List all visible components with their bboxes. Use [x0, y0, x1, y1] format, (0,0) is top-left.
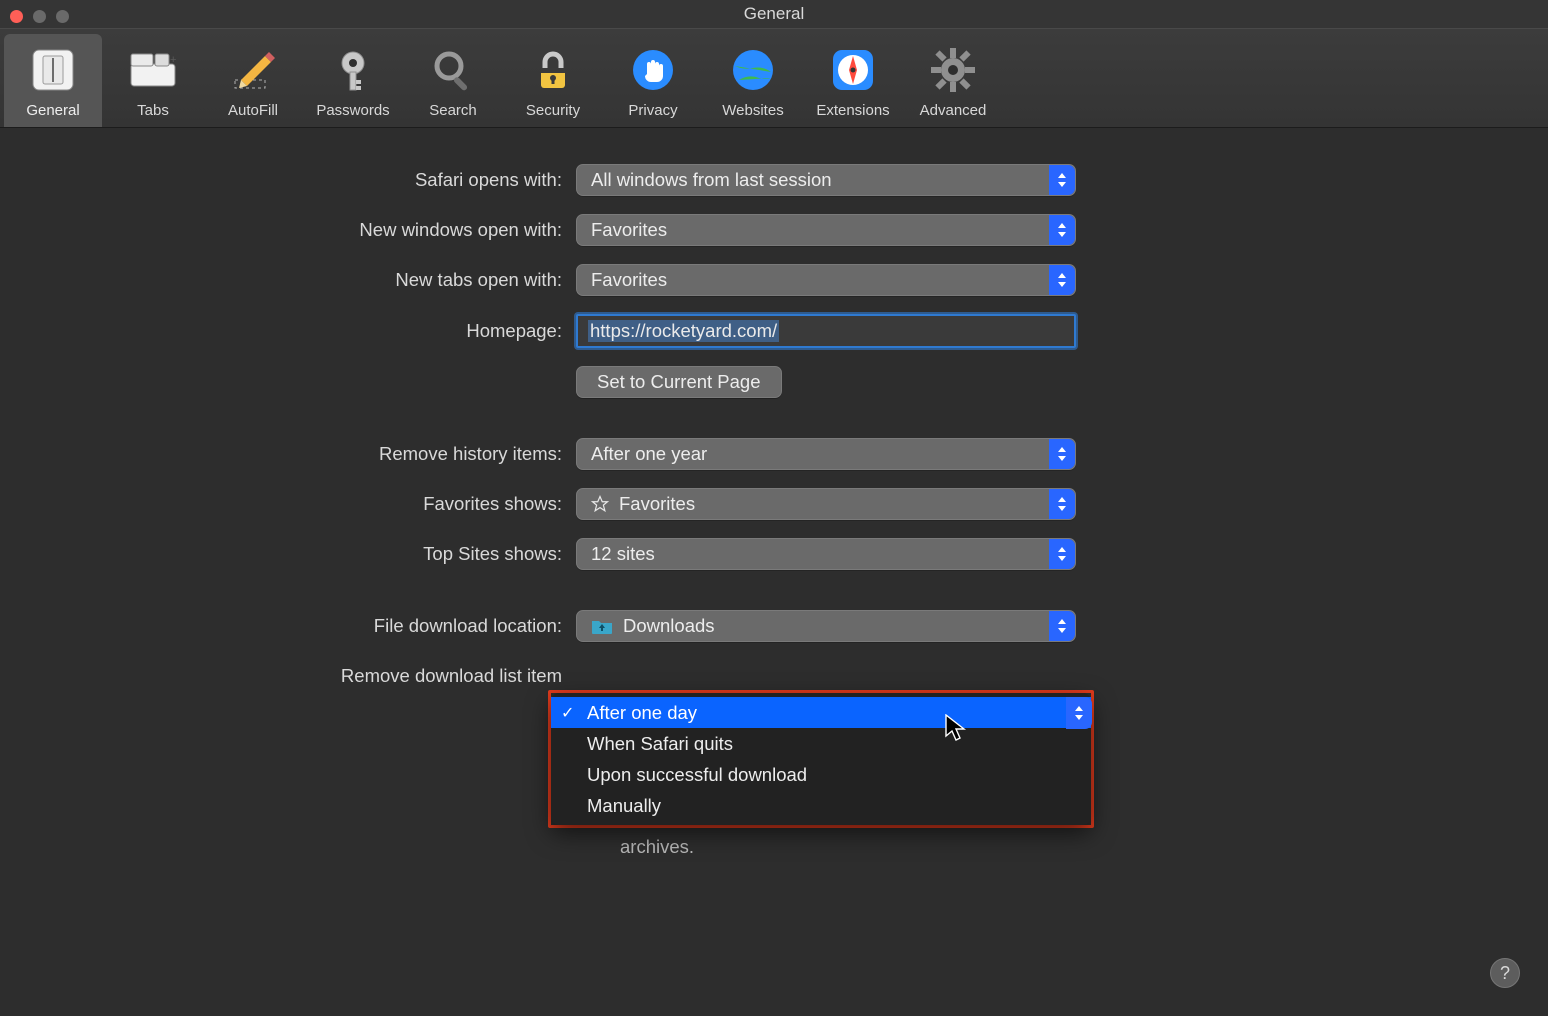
menu-option-label: Upon successful download — [587, 764, 807, 786]
autofill-pencil-icon — [229, 40, 277, 100]
general-switch-icon — [29, 40, 77, 100]
toolbar-tab-label: Privacy — [628, 102, 677, 119]
privacy-hand-icon — [629, 40, 677, 100]
toolbar-tab-general[interactable]: General — [4, 34, 102, 127]
help-button[interactable]: ? — [1490, 958, 1520, 988]
remove-download-list-items-menu[interactable]: ✓ After one day When Safari quits Upon s… — [551, 693, 1091, 825]
toolbar-tab-autofill[interactable]: AutoFill — [204, 34, 302, 127]
toolbar-tab-label: Tabs — [137, 102, 169, 119]
toolbar-tab-search[interactable]: Search — [404, 34, 502, 127]
annotation-highlight-box: ✓ After one day When Safari quits Upon s… — [548, 690, 1094, 828]
security-lock-icon — [529, 40, 577, 100]
menu-option-manually[interactable]: Manually — [551, 790, 1091, 821]
homepage-field[interactable]: https://rocketyard.com/ — [576, 314, 1076, 348]
new-windows-open-with-label: New windows open with: — [0, 219, 576, 241]
toolbar-tab-label: Extensions — [816, 102, 889, 119]
popup-value: Favorites — [591, 269, 667, 291]
preferences-form: Safari opens with: All windows from last… — [0, 128, 1548, 692]
menu-option-upon-successful-download[interactable]: Upon successful download — [551, 759, 1091, 790]
safe-files-description-partial: archives. — [620, 836, 694, 858]
toolbar-tab-security[interactable]: Security — [504, 34, 602, 127]
toolbar-tab-websites[interactable]: Websites — [704, 34, 802, 127]
favorites-shows-popup[interactable]: Favorites — [576, 488, 1076, 520]
toolbar-tab-privacy[interactable]: Privacy — [604, 34, 702, 127]
popup-value: After one year — [591, 443, 707, 465]
menu-option-after-one-day[interactable]: ✓ After one day — [551, 697, 1091, 728]
safari-opens-with-label: Safari opens with: — [0, 169, 576, 191]
updown-arrows-icon — [1049, 265, 1075, 295]
remove-history-items-label: Remove history items: — [0, 443, 576, 465]
homepage-value: https://rocketyard.com/ — [588, 320, 779, 342]
advanced-gear-icon — [929, 40, 977, 100]
toolbar-tab-label: AutoFill — [228, 102, 278, 119]
preferences-toolbar: General + Tabs AutoFill — [0, 28, 1548, 128]
new-tabs-open-with-popup[interactable]: Favorites — [576, 264, 1076, 296]
window-controls — [10, 10, 69, 23]
file-download-location-label: File download location: — [0, 615, 576, 637]
extensions-compass-icon — [829, 40, 877, 100]
top-sites-shows-popup[interactable]: 12 sites — [576, 538, 1076, 570]
popup-value: Downloads — [623, 615, 715, 637]
updown-arrows-icon — [1049, 489, 1075, 519]
button-label: Set to Current Page — [597, 371, 761, 393]
toolbar-tab-label: Passwords — [316, 102, 389, 119]
updown-arrows-icon — [1049, 215, 1075, 245]
updown-arrows-icon — [1049, 165, 1075, 195]
close-window-button[interactable] — [10, 10, 23, 23]
toolbar-tab-advanced[interactable]: Advanced — [904, 34, 1002, 127]
search-magnifier-icon — [429, 40, 477, 100]
toolbar-tab-extensions[interactable]: Extensions — [804, 34, 902, 127]
toolbar-tab-label: General — [26, 102, 79, 119]
favorites-shows-label: Favorites shows: — [0, 493, 576, 515]
popup-value: All windows from last session — [591, 169, 832, 191]
file-download-location-popup[interactable]: Downloads — [576, 610, 1076, 642]
toolbar-tab-label: Advanced — [920, 102, 987, 119]
star-icon — [591, 495, 609, 513]
zoom-window-button[interactable] — [56, 10, 69, 23]
updown-arrows-icon — [1066, 697, 1092, 729]
set-to-current-page-button[interactable]: Set to Current Page — [576, 366, 782, 398]
popup-value: 12 sites — [591, 543, 655, 565]
toolbar-tab-tabs[interactable]: + Tabs — [104, 34, 202, 127]
safari-opens-with-popup[interactable]: All windows from last session — [576, 164, 1076, 196]
toolbar-tab-passwords[interactable]: Passwords — [304, 34, 402, 127]
updown-arrows-icon — [1049, 539, 1075, 569]
tabs-icon: + — [129, 40, 177, 100]
toolbar-tab-label: Security — [526, 102, 580, 119]
checkmark-icon: ✓ — [561, 703, 574, 723]
remove-download-list-items-label: Remove download list item — [0, 665, 576, 687]
help-label: ? — [1500, 963, 1510, 984]
homepage-label: Homepage: — [0, 320, 576, 342]
titlebar: General — [0, 0, 1548, 28]
new-tabs-open-with-label: New tabs open with: — [0, 269, 576, 291]
passwords-key-icon — [329, 40, 377, 100]
menu-option-label: When Safari quits — [587, 733, 733, 755]
minimize-window-button[interactable] — [33, 10, 46, 23]
updown-arrows-icon — [1049, 611, 1075, 641]
svg-text:+: + — [170, 54, 176, 66]
popup-value: Favorites — [619, 493, 695, 515]
toolbar-tab-label: Websites — [722, 102, 783, 119]
menu-option-label: Manually — [587, 795, 661, 817]
window-title: General — [0, 4, 1548, 24]
menu-option-when-safari-quits[interactable]: When Safari quits — [551, 728, 1091, 759]
remove-history-items-popup[interactable]: After one year — [576, 438, 1076, 470]
websites-globe-icon — [729, 40, 777, 100]
new-windows-open-with-popup[interactable]: Favorites — [576, 214, 1076, 246]
folder-downloads-icon — [591, 618, 613, 634]
popup-value: Favorites — [591, 219, 667, 241]
menu-option-label: After one day — [587, 702, 697, 724]
top-sites-shows-label: Top Sites shows: — [0, 543, 576, 565]
updown-arrows-icon — [1049, 439, 1075, 469]
toolbar-tab-label: Search — [429, 102, 477, 119]
